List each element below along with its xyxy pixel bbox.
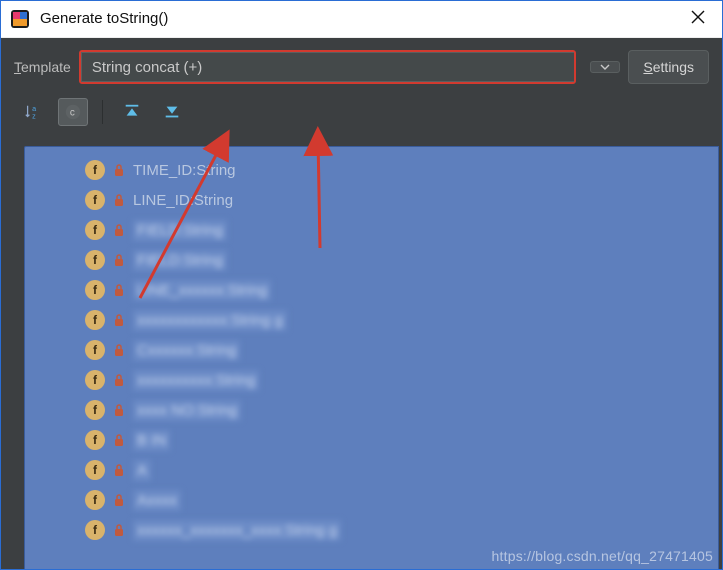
field-list[interactable]: fTIME_ID:StringfLINE_ID:StringfFIELD:Str…	[25, 147, 718, 545]
lock-icon	[113, 193, 125, 207]
field-badge-icon: f	[85, 340, 105, 360]
template-value: String concat (+)	[92, 59, 202, 76]
window-title: Generate toString()	[40, 10, 168, 27]
dialog-panel: Template String concat (+) Settings a z	[0, 38, 723, 570]
close-button[interactable]	[691, 8, 705, 29]
template-row: Template String concat (+) Settings	[0, 38, 723, 94]
field-label: FIELD:String	[133, 220, 227, 241]
field-row[interactable]: f Cxxxxxx:String	[85, 335, 718, 365]
expand-all-icon	[123, 103, 141, 121]
field-badge-icon: f	[85, 460, 105, 480]
field-label: xxxxxxxxxx:String	[133, 370, 259, 391]
field-badge-icon: f	[85, 400, 105, 420]
expand-all-button[interactable]	[117, 98, 147, 126]
template-select[interactable]: String concat (+)	[81, 52, 575, 82]
template-highlight-box: String concat (+)	[79, 50, 577, 84]
settings-button[interactable]: Settings	[628, 50, 709, 84]
field-label: FIELD:String	[133, 250, 227, 271]
field-label: xxxxxx_xxxxxxx_xxxx:String g	[133, 520, 341, 541]
chevron-down-icon	[600, 62, 610, 72]
lock-icon	[113, 163, 125, 177]
field-badge-icon: f	[85, 190, 105, 210]
svg-text:c: c	[70, 108, 75, 119]
field-badge-icon: f	[85, 160, 105, 180]
lock-icon	[113, 223, 125, 237]
close-icon	[691, 10, 705, 24]
lock-icon	[113, 343, 125, 357]
field-badge-icon: f	[85, 430, 105, 450]
app-icon	[10, 9, 30, 29]
lock-icon	[113, 373, 125, 387]
lock-icon	[113, 523, 125, 537]
field-badge-icon: f	[85, 220, 105, 240]
field-list-panel: fTIME_ID:StringfLINE_ID:StringfFIELD:Str…	[24, 146, 719, 570]
lock-icon	[113, 253, 125, 267]
field-label: xxxxxxxxxxxx:String g	[133, 310, 287, 331]
toolbar-divider	[102, 100, 103, 124]
lock-icon	[113, 433, 125, 447]
field-label: Cxxxxxx:String	[133, 340, 240, 361]
field-badge-icon: f	[85, 490, 105, 510]
field-row[interactable]: f xxxxxxxxxxxx:String g	[85, 305, 718, 335]
lock-icon	[113, 493, 125, 507]
collapse-all-icon	[163, 103, 181, 121]
field-row[interactable]: f LINE_xxxxxx:String	[85, 275, 718, 305]
lock-icon	[113, 463, 125, 477]
template-dropdown-button[interactable]	[590, 61, 620, 73]
field-row[interactable]: f FIELD:String	[85, 215, 718, 245]
field-label: LINE_ID:String	[133, 192, 233, 209]
field-row[interactable]: f B IN	[85, 425, 718, 455]
field-label: LINE_xxxxxx:String	[133, 280, 271, 301]
template-label: Template	[14, 59, 71, 75]
field-row[interactable]: fA	[85, 455, 718, 485]
field-label: Axxxx	[133, 490, 181, 511]
lock-icon	[113, 403, 125, 417]
field-label: xxxx NO:String	[133, 400, 241, 421]
class-filter-icon: c	[64, 103, 82, 121]
field-row[interactable]: f xxxxxx_xxxxxxx_xxxx:String g	[85, 515, 718, 545]
sort-alpha-icon: a z	[24, 103, 42, 121]
titlebar: Generate toString()	[0, 0, 723, 38]
field-row[interactable]: f xxxxxxxxxx:String	[85, 365, 718, 395]
collapse-all-button[interactable]	[157, 98, 187, 126]
field-row[interactable]: f Axxxx	[85, 485, 718, 515]
field-label: TIME_ID:String	[133, 162, 236, 179]
field-row[interactable]: f FIELD:String	[85, 245, 718, 275]
field-badge-icon: f	[85, 370, 105, 390]
field-row[interactable]: f LINE_ID:String	[85, 185, 718, 215]
field-label: A	[133, 460, 151, 481]
sort-alpha-button[interactable]: a z	[18, 98, 48, 126]
svg-text:z: z	[32, 111, 36, 120]
field-badge-icon: f	[85, 280, 105, 300]
field-row[interactable]: f xxxx NO:String	[85, 395, 718, 425]
field-label: B IN	[133, 430, 170, 451]
field-badge-icon: f	[85, 250, 105, 270]
field-row[interactable]: f TIME_ID:String	[85, 155, 718, 185]
list-toolbar: a z c	[0, 94, 723, 134]
lock-icon	[113, 283, 125, 297]
watermark: https://blog.csdn.net/qq_27471405	[492, 548, 713, 564]
field-badge-icon: f	[85, 520, 105, 540]
class-filter-button[interactable]: c	[58, 98, 88, 126]
field-badge-icon: f	[85, 310, 105, 330]
lock-icon	[113, 313, 125, 327]
